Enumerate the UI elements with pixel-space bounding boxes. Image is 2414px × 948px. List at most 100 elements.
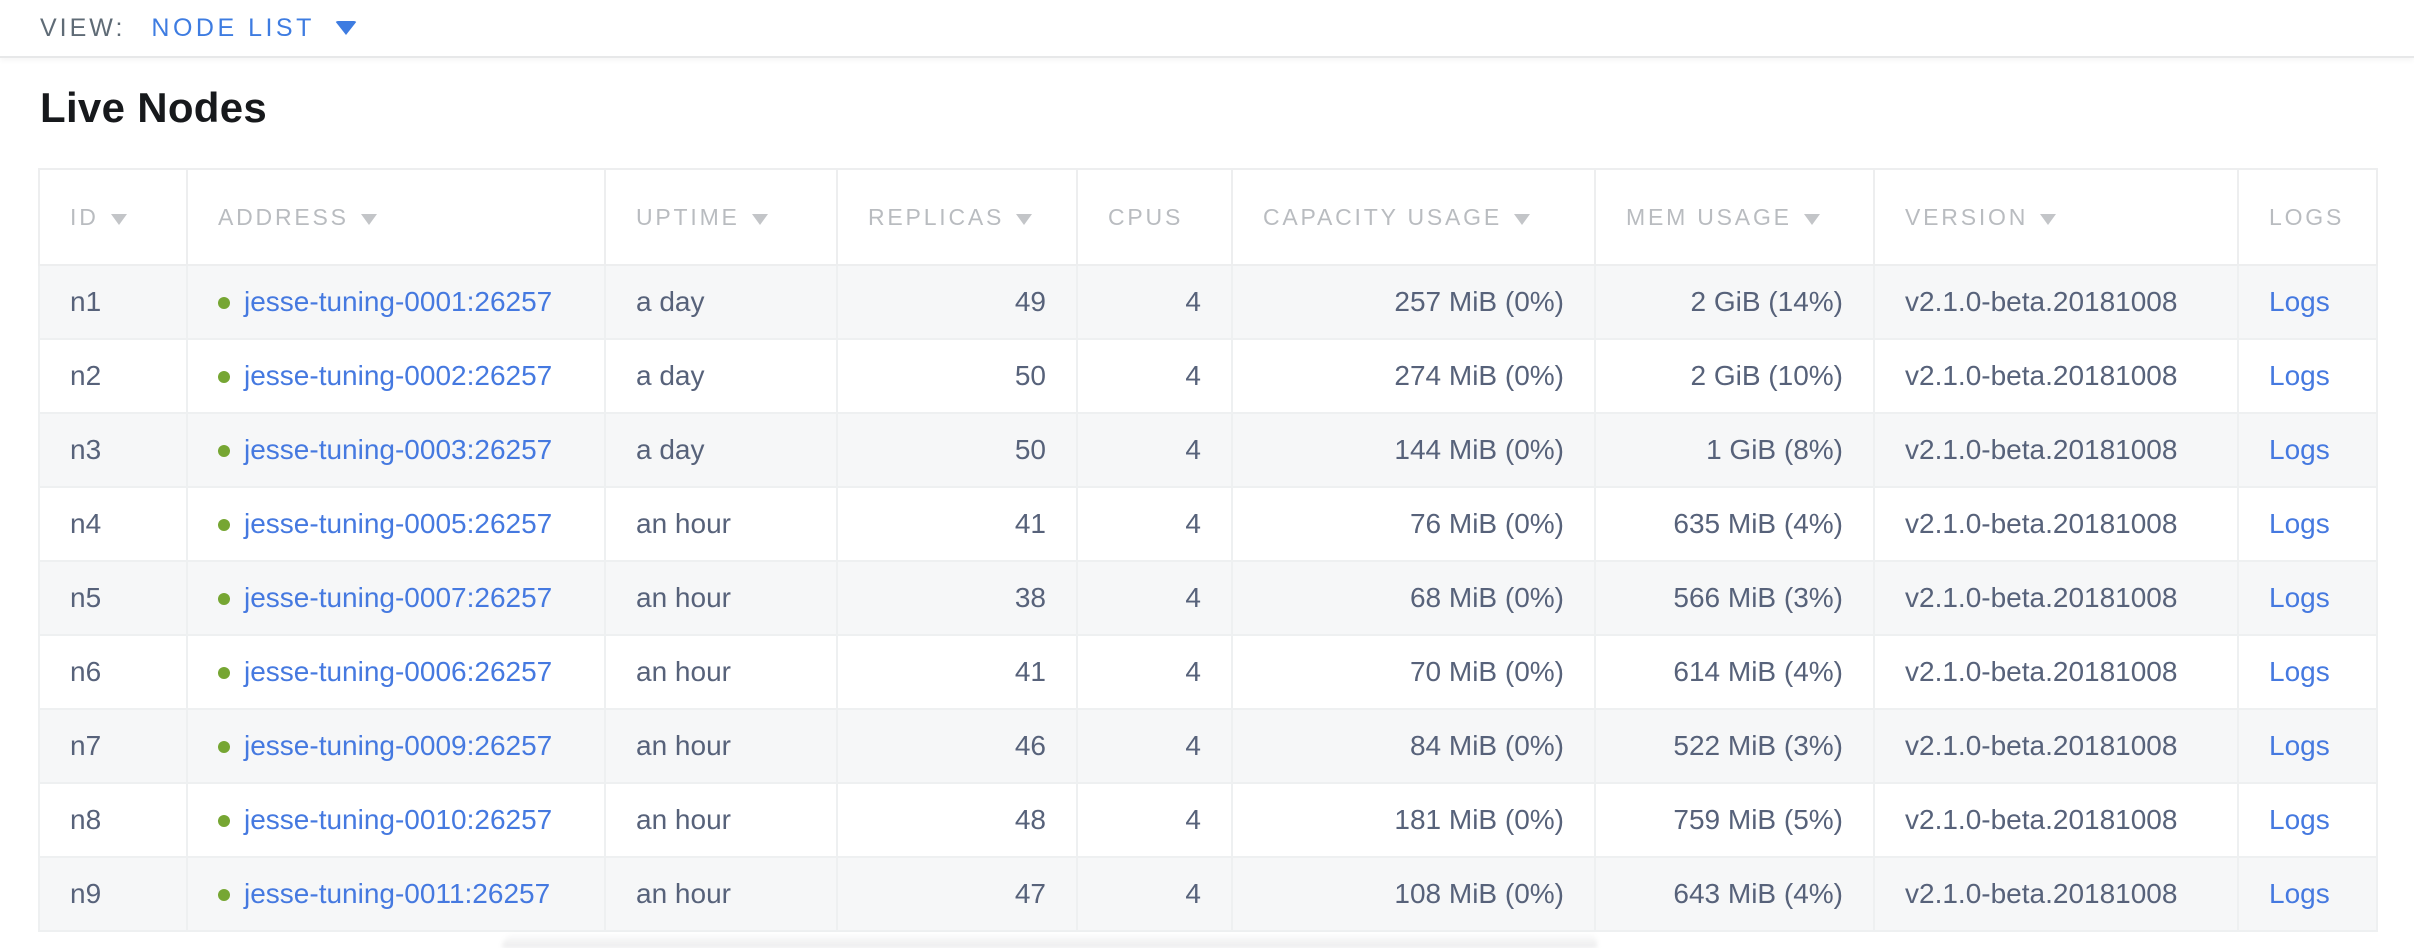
node-logs-cell: Logs: [2238, 487, 2377, 561]
node-address-link[interactable]: jesse-tuning-0002:26257: [244, 360, 552, 391]
column-header-id[interactable]: ID: [39, 169, 187, 265]
node-address-link[interactable]: jesse-tuning-0009:26257: [244, 730, 552, 761]
node-logs-cell: Logs: [2238, 339, 2377, 413]
logs-link[interactable]: Logs: [2269, 360, 2330, 391]
column-header-uptime[interactable]: UPTIME: [605, 169, 837, 265]
chevron-down-icon: [335, 21, 357, 35]
node-capacity-cell: 144 MiB (0%): [1232, 413, 1595, 487]
node-address-cell: jesse-tuning-0006:26257: [187, 635, 605, 709]
sort-arrow-icon: [1016, 214, 1032, 225]
logs-link[interactable]: Logs: [2269, 582, 2330, 613]
node-capacity-cell: 68 MiB (0%): [1232, 561, 1595, 635]
node-logs-cell: Logs: [2238, 635, 2377, 709]
table-row: n2jesse-tuning-0002:26257a day504274 MiB…: [39, 339, 2377, 413]
column-header-capacity[interactable]: CAPACITY USAGE: [1232, 169, 1595, 265]
table-row: n6jesse-tuning-0006:26257an hour41470 Mi…: [39, 635, 2377, 709]
table-row: n3jesse-tuning-0003:26257a day504144 MiB…: [39, 413, 2377, 487]
node-version-cell: v2.1.0-beta.20181008: [1874, 783, 2238, 857]
node-live-status-icon: [218, 667, 230, 679]
node-replicas-cell: 50: [837, 339, 1077, 413]
node-uptime-cell: an hour: [605, 635, 837, 709]
view-dropdown[interactable]: NODE LIST: [151, 14, 356, 43]
sort-arrow-icon: [1804, 214, 1820, 225]
live-nodes-table: ID ADDRESS UPTIMEREPLICAS CPUS CAPACITY USAG…: [38, 168, 2378, 932]
logs-link[interactable]: Logs: [2269, 286, 2330, 317]
node-cpus-cell: 4: [1077, 339, 1232, 413]
logs-link[interactable]: Logs: [2269, 730, 2330, 761]
node-live-status-icon: [218, 593, 230, 605]
node-address-cell: jesse-tuning-0011:26257: [187, 857, 605, 931]
column-header-cpus: CPUS: [1077, 169, 1232, 265]
column-header-label: CPUS: [1108, 204, 1183, 230]
node-address-link[interactable]: jesse-tuning-0005:26257: [244, 508, 552, 539]
node-logs-cell: Logs: [2238, 709, 2377, 783]
node-live-status-icon: [218, 815, 230, 827]
column-header-label: ID: [70, 204, 99, 230]
sort-arrow-icon: [111, 214, 127, 225]
sort-arrow-icon: [361, 214, 377, 225]
node-live-status-icon: [218, 519, 230, 531]
column-header-label: VERSION: [1905, 204, 2028, 230]
live-nodes-table-container: ID ADDRESS UPTIMEREPLICAS CPUS CAPACITY USAG…: [38, 168, 2376, 932]
table-row: n4jesse-tuning-0005:26257an hour41476 Mi…: [39, 487, 2377, 561]
logs-link[interactable]: Logs: [2269, 434, 2330, 465]
column-header-label: ADDRESS: [218, 204, 349, 230]
node-mem-cell: 566 MiB (3%): [1595, 561, 1874, 635]
table-header-row: ID ADDRESS UPTIMEREPLICAS CPUS CAPACITY USAG…: [39, 169, 2377, 265]
node-replicas-cell: 41: [837, 635, 1077, 709]
node-replicas-cell: 46: [837, 709, 1077, 783]
node-replicas-cell: 50: [837, 413, 1077, 487]
node-live-status-icon: [218, 741, 230, 753]
node-uptime-cell: an hour: [605, 709, 837, 783]
node-address-link[interactable]: jesse-tuning-0011:26257: [244, 878, 550, 909]
node-cpus-cell: 4: [1077, 265, 1232, 339]
column-header-replicas[interactable]: REPLICAS: [837, 169, 1077, 265]
node-mem-cell: 643 MiB (4%): [1595, 857, 1874, 931]
node-live-status-icon: [218, 889, 230, 901]
node-address-cell: jesse-tuning-0010:26257: [187, 783, 605, 857]
node-replicas-cell: 41: [837, 487, 1077, 561]
node-id-cell: n6: [39, 635, 187, 709]
node-version-cell: v2.1.0-beta.20181008: [1874, 561, 2238, 635]
node-logs-cell: Logs: [2238, 413, 2377, 487]
node-capacity-cell: 274 MiB (0%): [1232, 339, 1595, 413]
node-capacity-cell: 76 MiB (0%): [1232, 487, 1595, 561]
node-cpus-cell: 4: [1077, 783, 1232, 857]
column-header-address[interactable]: ADDRESS: [187, 169, 605, 265]
node-address-cell: jesse-tuning-0003:26257: [187, 413, 605, 487]
table-row: n8jesse-tuning-0010:26257an hour484181 M…: [39, 783, 2377, 857]
node-address-link[interactable]: jesse-tuning-0003:26257: [244, 434, 552, 465]
node-uptime-cell: an hour: [605, 487, 837, 561]
column-header-version[interactable]: VERSION: [1874, 169, 2238, 265]
sort-arrow-icon: [752, 214, 768, 225]
node-uptime-cell: an hour: [605, 561, 837, 635]
node-uptime-cell: an hour: [605, 857, 837, 931]
node-address-link[interactable]: jesse-tuning-0001:26257: [244, 286, 552, 317]
node-address-link[interactable]: jesse-tuning-0006:26257: [244, 656, 552, 687]
node-address-cell: jesse-tuning-0009:26257: [187, 709, 605, 783]
logs-link[interactable]: Logs: [2269, 656, 2330, 687]
node-version-cell: v2.1.0-beta.20181008: [1874, 413, 2238, 487]
column-header-label: MEM USAGE: [1626, 204, 1792, 230]
node-live-status-icon: [218, 297, 230, 309]
logs-link[interactable]: Logs: [2269, 878, 2330, 909]
node-replicas-cell: 47: [837, 857, 1077, 931]
node-address-link[interactable]: jesse-tuning-0007:26257: [244, 582, 552, 613]
node-logs-cell: Logs: [2238, 783, 2377, 857]
view-bar: VIEW: NODE LIST: [0, 0, 2414, 58]
node-version-cell: v2.1.0-beta.20181008: [1874, 265, 2238, 339]
node-uptime-cell: an hour: [605, 783, 837, 857]
view-label: VIEW:: [40, 14, 125, 43]
table-row: n5jesse-tuning-0007:26257an hour38468 Mi…: [39, 561, 2377, 635]
logs-link[interactable]: Logs: [2269, 804, 2330, 835]
column-header-logs: LOGS: [2238, 169, 2377, 265]
node-logs-cell: Logs: [2238, 857, 2377, 931]
node-version-cell: v2.1.0-beta.20181008: [1874, 487, 2238, 561]
node-capacity-cell: 70 MiB (0%): [1232, 635, 1595, 709]
view-dropdown-value[interactable]: NODE LIST: [151, 14, 314, 43]
node-id-cell: n4: [39, 487, 187, 561]
node-address-link[interactable]: jesse-tuning-0010:26257: [244, 804, 552, 835]
logs-link[interactable]: Logs: [2269, 508, 2330, 539]
table-row: n7jesse-tuning-0009:26257an hour46484 Mi…: [39, 709, 2377, 783]
column-header-mem[interactable]: MEM USAGE: [1595, 169, 1874, 265]
